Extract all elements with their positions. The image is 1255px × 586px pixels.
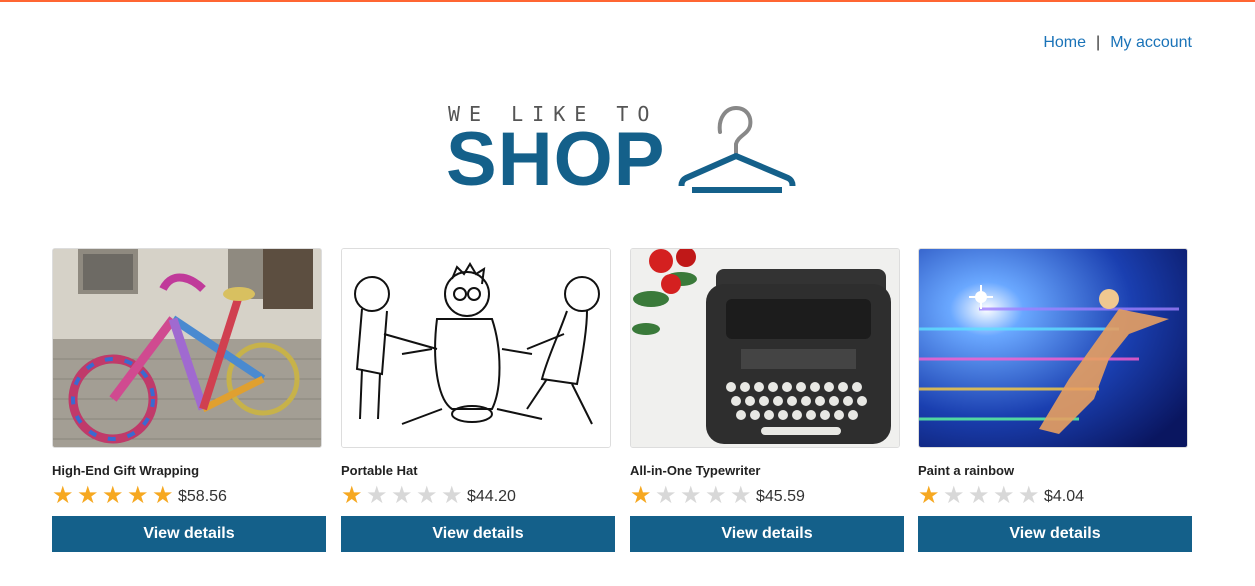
product-rating: ★ ★ ★ ★ ★ $4.04 — [918, 483, 1192, 507]
star-icon: ★ — [127, 481, 149, 509]
view-details-button[interactable]: View details — [52, 516, 326, 552]
star-icon: ★ — [630, 481, 652, 509]
star-icon: ★ — [391, 481, 413, 509]
product-image[interactable] — [918, 248, 1188, 448]
logo-word: SHOP — [446, 117, 666, 202]
star-icon: ★ — [918, 481, 940, 509]
view-details-button[interactable]: View details — [918, 516, 1192, 552]
nav-my-account-link[interactable]: My account — [1110, 34, 1192, 51]
star-icon: ★ — [1018, 481, 1040, 509]
star-icon: ★ — [102, 481, 124, 509]
product-rating: ★ ★ ★ ★ ★ $45.59 — [630, 483, 904, 507]
star-icon: ★ — [730, 481, 752, 509]
product-name[interactable]: All-in-One Typewriter — [630, 463, 904, 479]
product-card: Paint a rainbow ★ ★ ★ ★ ★ $4.04 View details — [918, 248, 1192, 552]
product-card: Portable Hat ★ ★ ★ ★ ★ $44.20 View details — [341, 248, 615, 552]
top-accent-bar — [0, 0, 1255, 2]
product-image[interactable] — [52, 248, 322, 448]
star-icon: ★ — [705, 481, 727, 509]
star-icon: ★ — [680, 481, 702, 509]
view-details-button[interactable]: View details — [341, 516, 615, 552]
product-image[interactable] — [630, 248, 900, 448]
product-price: $4.04 — [1044, 488, 1085, 505]
product-name[interactable]: High-End Gift Wrapping — [52, 463, 326, 479]
star-icon: ★ — [52, 481, 74, 509]
star-icon: ★ — [655, 481, 677, 509]
star-icon: ★ — [366, 481, 388, 509]
hanger-icon — [678, 105, 798, 196]
view-details-button[interactable]: View details — [630, 516, 904, 552]
top-nav: Home | My account — [1043, 34, 1192, 52]
nav-home-link[interactable]: Home — [1043, 34, 1086, 51]
product-image[interactable] — [341, 248, 611, 448]
product-rating: ★ ★ ★ ★ ★ $58.56 — [52, 483, 326, 507]
star-icon: ★ — [416, 481, 438, 509]
site-logo[interactable]: WE LIKE TO SHOP — [446, 100, 806, 200]
star-icon: ★ — [993, 481, 1015, 509]
product-price: $44.20 — [467, 488, 516, 505]
product-price: $58.56 — [178, 488, 227, 505]
product-name[interactable]: Portable Hat — [341, 463, 615, 479]
product-card: High-End Gift Wrapping ★ ★ ★ ★ ★ $58.56 View… — [52, 248, 326, 552]
product-rating: ★ ★ ★ ★ ★ $44.20 — [341, 483, 615, 507]
product-card: All-in-One Typewriter ★ ★ ★ ★ ★ $45.59 View … — [630, 248, 904, 552]
star-icon: ★ — [152, 481, 174, 509]
star-icon: ★ — [968, 481, 990, 509]
star-icon: ★ — [943, 481, 965, 509]
nav-separator: | — [1096, 34, 1101, 51]
star-icon: ★ — [341, 481, 363, 509]
product-price: $45.59 — [756, 488, 805, 505]
star-icon: ★ — [441, 481, 463, 509]
star-icon: ★ — [77, 481, 99, 509]
product-name[interactable]: Paint a rainbow — [918, 463, 1192, 479]
